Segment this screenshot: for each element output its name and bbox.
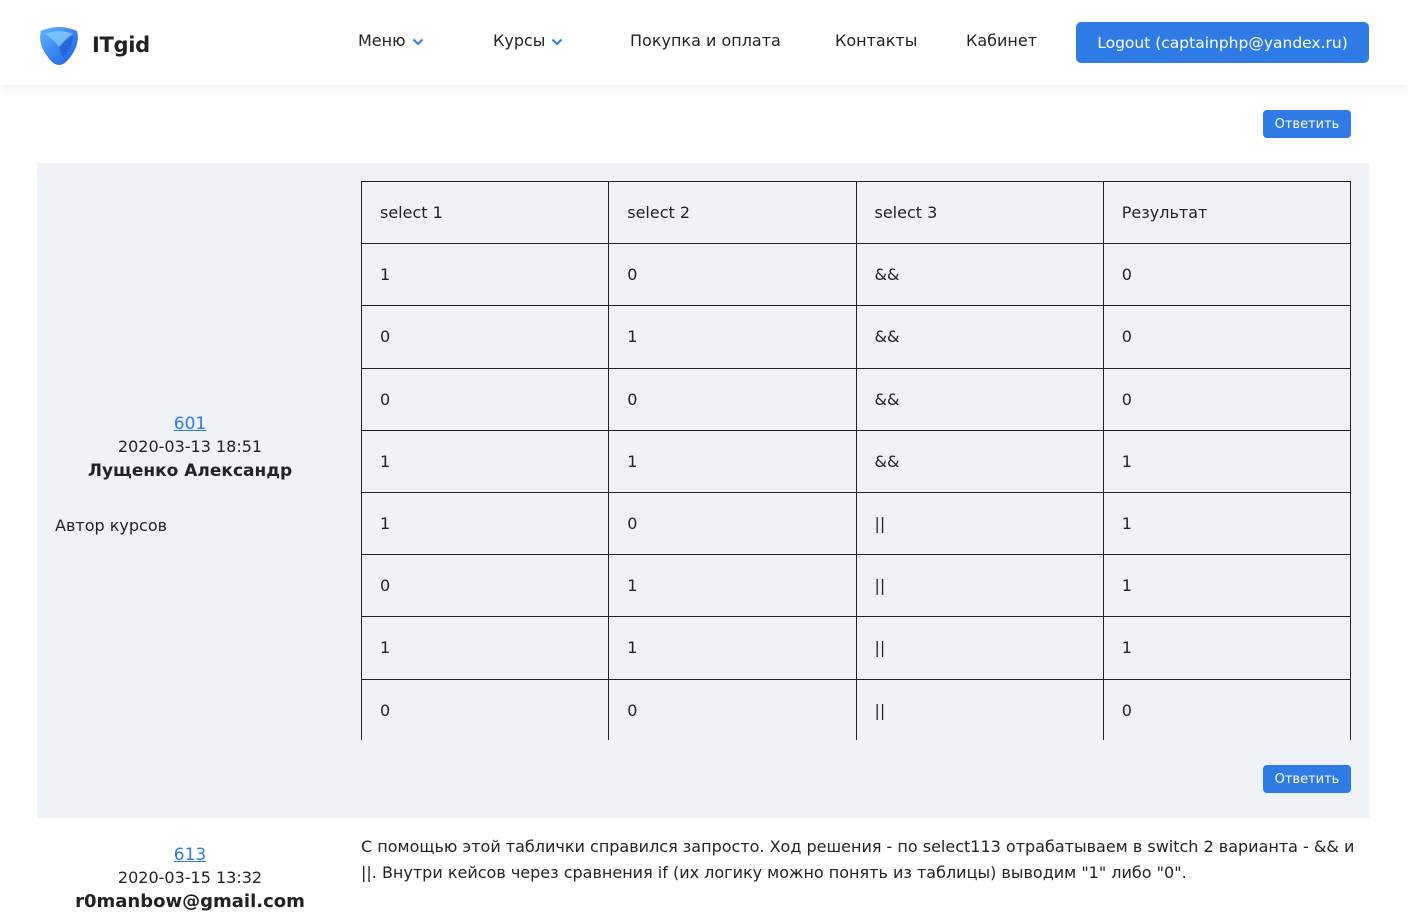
nav-cabinet[interactable]: Кабинет — [966, 31, 1037, 53]
table-cell: 0 — [608, 367, 857, 431]
comment-id-link[interactable]: 613 — [37, 844, 343, 866]
brand-name[interactable]: ITgid — [92, 33, 150, 57]
nav-courses-label: Курсы — [493, 31, 546, 50]
table-cell: 1 — [361, 491, 610, 556]
logout-button[interactable]: Logout (captainphp@yandex.ru) — [1076, 22, 1369, 63]
comment-author-role: Автор курсов — [55, 516, 168, 535]
table-cell: 0 — [608, 678, 857, 740]
nav-courses[interactable]: Курсы — [493, 31, 563, 53]
comment-author-info: 601 2020-03-13 18:51 Лущенко Александр — [37, 413, 343, 483]
table-row: 1 0 || 1 — [361, 491, 1351, 556]
table-cell: 1 — [1102, 554, 1351, 618]
table-row: 0 0 || 0 — [361, 678, 1351, 740]
table-row: 1 0 && 0 — [361, 243, 1351, 307]
table-cell: 0 — [1102, 678, 1351, 740]
table-cell: 0 — [361, 305, 610, 369]
comment-author-name: Лущенко Александр — [87, 461, 293, 481]
nav-menu[interactable]: Меню — [358, 31, 424, 53]
chevron-down-icon — [412, 38, 423, 45]
table-cell: 0 — [1102, 243, 1351, 307]
table-cell: 1 — [1102, 491, 1351, 556]
comment-date: 2020-03-15 13:32 — [117, 868, 263, 887]
table-cell: 0 — [608, 243, 857, 307]
nav-contacts[interactable]: Контакты — [835, 31, 917, 53]
comment-text: С помощью этой таблички справился запрос… — [361, 837, 1355, 882]
comment-date: 2020-03-13 18:51 — [117, 437, 263, 456]
table-cell: && — [855, 429, 1104, 493]
table-cell: || — [855, 491, 1104, 556]
table-row: 0 0 && 0 — [361, 367, 1351, 431]
logic-table: select 1 select 2 select 3 Результат 1 0… — [361, 181, 1351, 740]
table-cell: 1 — [1102, 429, 1351, 493]
table-cell: 1 — [361, 429, 610, 493]
table-cell: 1 — [361, 616, 610, 680]
table-cell: 1 — [608, 305, 857, 369]
table-cell: 1 — [608, 616, 857, 680]
table-cell: && — [855, 305, 1104, 369]
table-header-row: select 1 select 2 select 3 Результат — [361, 181, 1351, 245]
table-cell: 0 — [361, 678, 610, 740]
table-row: 0 1 || 1 — [361, 554, 1351, 618]
table-cell: 0 — [361, 554, 610, 618]
nav-menu-label: Меню — [358, 31, 406, 50]
table-cell: 0 — [1102, 305, 1351, 369]
table-cell: 0 — [361, 367, 610, 431]
table-cell: && — [855, 367, 1104, 431]
chevron-down-icon — [552, 38, 563, 45]
table-header-cell: select 3 — [855, 181, 1104, 245]
table-cell: 1 — [608, 554, 857, 618]
table-cell: 1 — [608, 429, 857, 493]
comment-id-link[interactable]: 601 — [37, 413, 343, 435]
table-cell: 1 — [1102, 616, 1351, 680]
table-row: 0 1 && 0 — [361, 305, 1351, 369]
itgid-logo-icon[interactable] — [37, 25, 81, 67]
table-cell: || — [855, 616, 1104, 680]
logic-table-grid: select 1 select 2 select 3 Результат 1 0… — [361, 181, 1351, 740]
comment-author-name: r0manbow@gmail.com — [75, 891, 305, 912]
comment-author-info: 613 2020-03-15 13:32 r0manbow@gmail.com — [37, 844, 343, 914]
table-row: 1 1 || 1 — [361, 616, 1351, 680]
table-cell: 1 — [361, 243, 610, 307]
table-cell: && — [855, 243, 1104, 307]
table-cell: || — [855, 554, 1104, 618]
table-header-cell: Результат — [1102, 181, 1351, 245]
reply-button[interactable]: Ответить — [1263, 765, 1351, 793]
table-cell: 0 — [608, 491, 857, 556]
table-header-cell: select 2 — [608, 181, 857, 245]
reply-button[interactable]: Ответить — [1263, 110, 1351, 138]
nav-purchase[interactable]: Покупка и оплата — [630, 31, 781, 53]
table-header-cell: select 1 — [361, 181, 610, 245]
table-row: 1 1 && 1 — [361, 429, 1351, 493]
table-cell: || — [855, 678, 1104, 740]
site-header: ITgid Меню Курсы Покупка и оплата Контак… — [0, 0, 1408, 85]
table-cell: 0 — [1102, 367, 1351, 431]
